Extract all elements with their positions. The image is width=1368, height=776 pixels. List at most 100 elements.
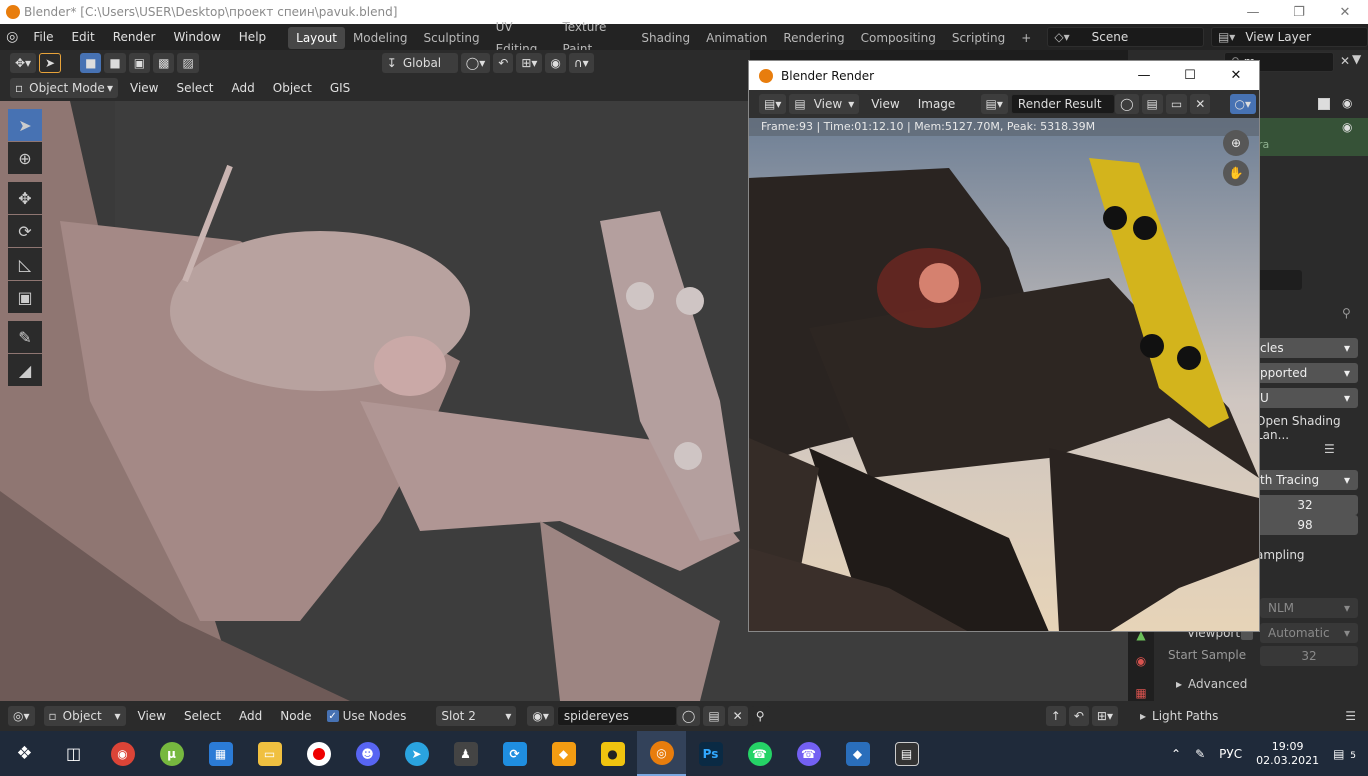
image-browse-icon[interactable]: ▤▾	[980, 94, 1008, 114]
blender-taskbar-button[interactable]: ◎	[637, 731, 686, 776]
render-result-image[interactable]: Frame:93 | Time:01:12.10 | Mem:5127.70M,…	[749, 118, 1259, 631]
restore-icon[interactable]: ❐	[1276, 0, 1322, 24]
tray-chevron-up-icon[interactable]: ⌃	[1171, 747, 1181, 761]
list-icon[interactable]: ☰	[1324, 442, 1335, 456]
material-duplicate-icon[interactable]: ▤	[703, 706, 725, 726]
mode-selector[interactable]: ▫ Object Mode ▾	[10, 78, 118, 98]
viewport-menu-select[interactable]: Select	[167, 75, 222, 101]
pin-icon[interactable]: ⚲	[1342, 306, 1351, 320]
viber-button[interactable]: ☎	[784, 731, 833, 776]
tab-compositing[interactable]: Compositing	[853, 27, 944, 49]
pivot-point-icon[interactable]: ◯▾	[460, 52, 491, 73]
unlink-image-icon[interactable]: ✕	[1190, 94, 1211, 114]
list-icon[interactable]: ☰	[1345, 709, 1356, 723]
editor-type-icon[interactable]: ✥▾	[10, 52, 37, 73]
menu-help[interactable]: Help	[230, 24, 275, 50]
menu-render[interactable]: Render	[104, 24, 165, 50]
texture-tab-icon[interactable]: ▦	[1128, 686, 1154, 700]
move-tool-icon[interactable]: ✥	[8, 182, 42, 214]
integrator-select[interactable]: th Tracing ▾	[1252, 470, 1358, 490]
scene-selector[interactable]: ◇▾ Scene	[1047, 27, 1205, 47]
utorrent-button[interactable]: μ	[147, 731, 196, 776]
pan-hand-icon[interactable]: ✋	[1223, 160, 1249, 186]
viewport-menu-view[interactable]: View	[121, 75, 167, 101]
material-tab-icon[interactable]: ◉	[1128, 654, 1154, 668]
viewport-menu-gis[interactable]: GIS	[321, 75, 359, 101]
vpn-button[interactable]: ◆	[833, 731, 882, 776]
tab-modeling[interactable]: Modeling	[345, 27, 416, 49]
material-unlink-icon[interactable]: ✕	[727, 706, 748, 726]
render-menu-view[interactable]: View	[862, 91, 908, 117]
recorder-button[interactable]	[294, 731, 343, 776]
menu-file[interactable]: File	[24, 24, 62, 50]
tab-sculpting[interactable]: Sculpting	[416, 27, 488, 49]
compute-select[interactable]: U ▾	[1252, 388, 1358, 408]
scale-tool-icon[interactable]: ◺	[8, 248, 42, 280]
store-button[interactable]: ▦	[196, 731, 245, 776]
transform-orientation-select[interactable]: ↧ Global	[381, 52, 458, 73]
blender-menu-icon[interactable]: ◎	[0, 29, 24, 45]
material-name-field[interactable]: spidereyes	[556, 706, 677, 726]
tab-layout[interactable]: Layout	[288, 27, 345, 49]
tab-animation[interactable]: Animation	[698, 27, 775, 49]
denoiser-render-select[interactable]: NLM ▾	[1260, 598, 1358, 618]
select-mode-subtract-icon[interactable]: ▣	[128, 52, 151, 73]
viewport-menu-object[interactable]: Object	[264, 75, 321, 101]
shader-editor-type-icon[interactable]: ◎▾	[8, 706, 35, 726]
advanced-subpanel[interactable]: ▸ Advanced	[1176, 677, 1247, 691]
annotate-tool-icon[interactable]: ✎	[8, 321, 42, 353]
shader-type-select[interactable]: ▫ Object ▾	[43, 706, 126, 726]
menu-window[interactable]: Window	[164, 24, 229, 50]
rotate-tool-icon[interactable]: ⟳	[8, 215, 42, 247]
telegram-button[interactable]: ➤	[392, 731, 441, 776]
outliner-selected-row[interactable]: ◉ ra	[1258, 118, 1368, 156]
visibility-eye-icon[interactable]: ◉	[1342, 96, 1352, 110]
transform-tool-icon[interactable]: ▣	[8, 281, 42, 313]
cursor-tool-icon[interactable]: ⊕	[8, 142, 42, 174]
explorer-button[interactable]: ▭	[245, 731, 294, 776]
proportional-edit-icon[interactable]: ◉	[545, 52, 566, 73]
select-mode-new-icon[interactable]: ■	[80, 52, 102, 73]
view-layer-selector[interactable]: ▤▾ View Layer	[1210, 27, 1368, 47]
use-nodes-toggle[interactable]: ✓ Use Nodes	[326, 709, 406, 723]
sync-button[interactable]: ⟳	[490, 731, 539, 776]
clear-search-icon[interactable]: ✕	[1340, 54, 1350, 68]
light-paths-panel[interactable]: Light Paths	[1152, 709, 1218, 723]
render-menu-image[interactable]: Image	[909, 91, 965, 117]
minimize-icon[interactable]: —	[1230, 0, 1276, 24]
add-workspace-icon[interactable]: +	[1013, 27, 1039, 49]
shader-menu-add[interactable]: Add	[230, 703, 271, 729]
discord-button[interactable]: ☻	[343, 731, 392, 776]
tab-scripting[interactable]: Scripting	[944, 27, 1013, 49]
start-sample-field[interactable]: 32	[1260, 646, 1358, 666]
select-box-icon[interactable]: ➤	[39, 52, 62, 73]
filter-icon[interactable]: ▼	[1352, 52, 1361, 66]
whatsapp-button[interactable]: ☎	[735, 731, 784, 776]
fake-user-icon[interactable]: ◯	[1115, 94, 1139, 114]
open-image-icon[interactable]: ▭	[1165, 94, 1188, 114]
device-select[interactable]: pported ▾	[1252, 363, 1358, 383]
tab-shading[interactable]: Shading	[633, 27, 698, 49]
shader-menu-select[interactable]: Select	[175, 703, 230, 729]
notifications-button[interactable]: ▤ 5	[1333, 747, 1356, 761]
tab-rendering[interactable]: Rendering	[775, 27, 852, 49]
falloff-icon[interactable]: ∩▾	[568, 52, 594, 73]
language-indicator[interactable]: РУС	[1219, 747, 1242, 761]
material-fake-user-icon[interactable]: ◯	[676, 706, 701, 726]
properties-search-input[interactable]	[1254, 270, 1302, 290]
new-image-icon[interactable]: ▤	[1141, 94, 1163, 114]
close-icon[interactable]: ✕	[1322, 0, 1368, 24]
viewport-menu-add[interactable]: Add	[223, 75, 264, 101]
render-samples-field[interactable]: 32	[1252, 495, 1358, 515]
render-window[interactable]: Blender Render — ☐ ✕ ▤▾ ▤ View ▾ View Imag…	[748, 60, 1260, 632]
row-eye-icon[interactable]: ◉	[1342, 120, 1352, 134]
task-view-button[interactable]: ◫	[49, 731, 98, 776]
snap-node-target-icon[interactable]: ⊞▾	[1091, 706, 1118, 726]
menu-edit[interactable]: Edit	[62, 24, 103, 50]
shader-menu-view[interactable]: View	[129, 703, 175, 729]
select-tool-icon[interactable]: ➤	[8, 109, 42, 141]
app-yellow-button[interactable]: ●	[588, 731, 637, 776]
denoiser-viewport-select[interactable]: Automatic ▾	[1260, 623, 1358, 643]
game-button[interactable]: ♟	[441, 731, 490, 776]
chrome-button[interactable]: ◉	[98, 731, 147, 776]
